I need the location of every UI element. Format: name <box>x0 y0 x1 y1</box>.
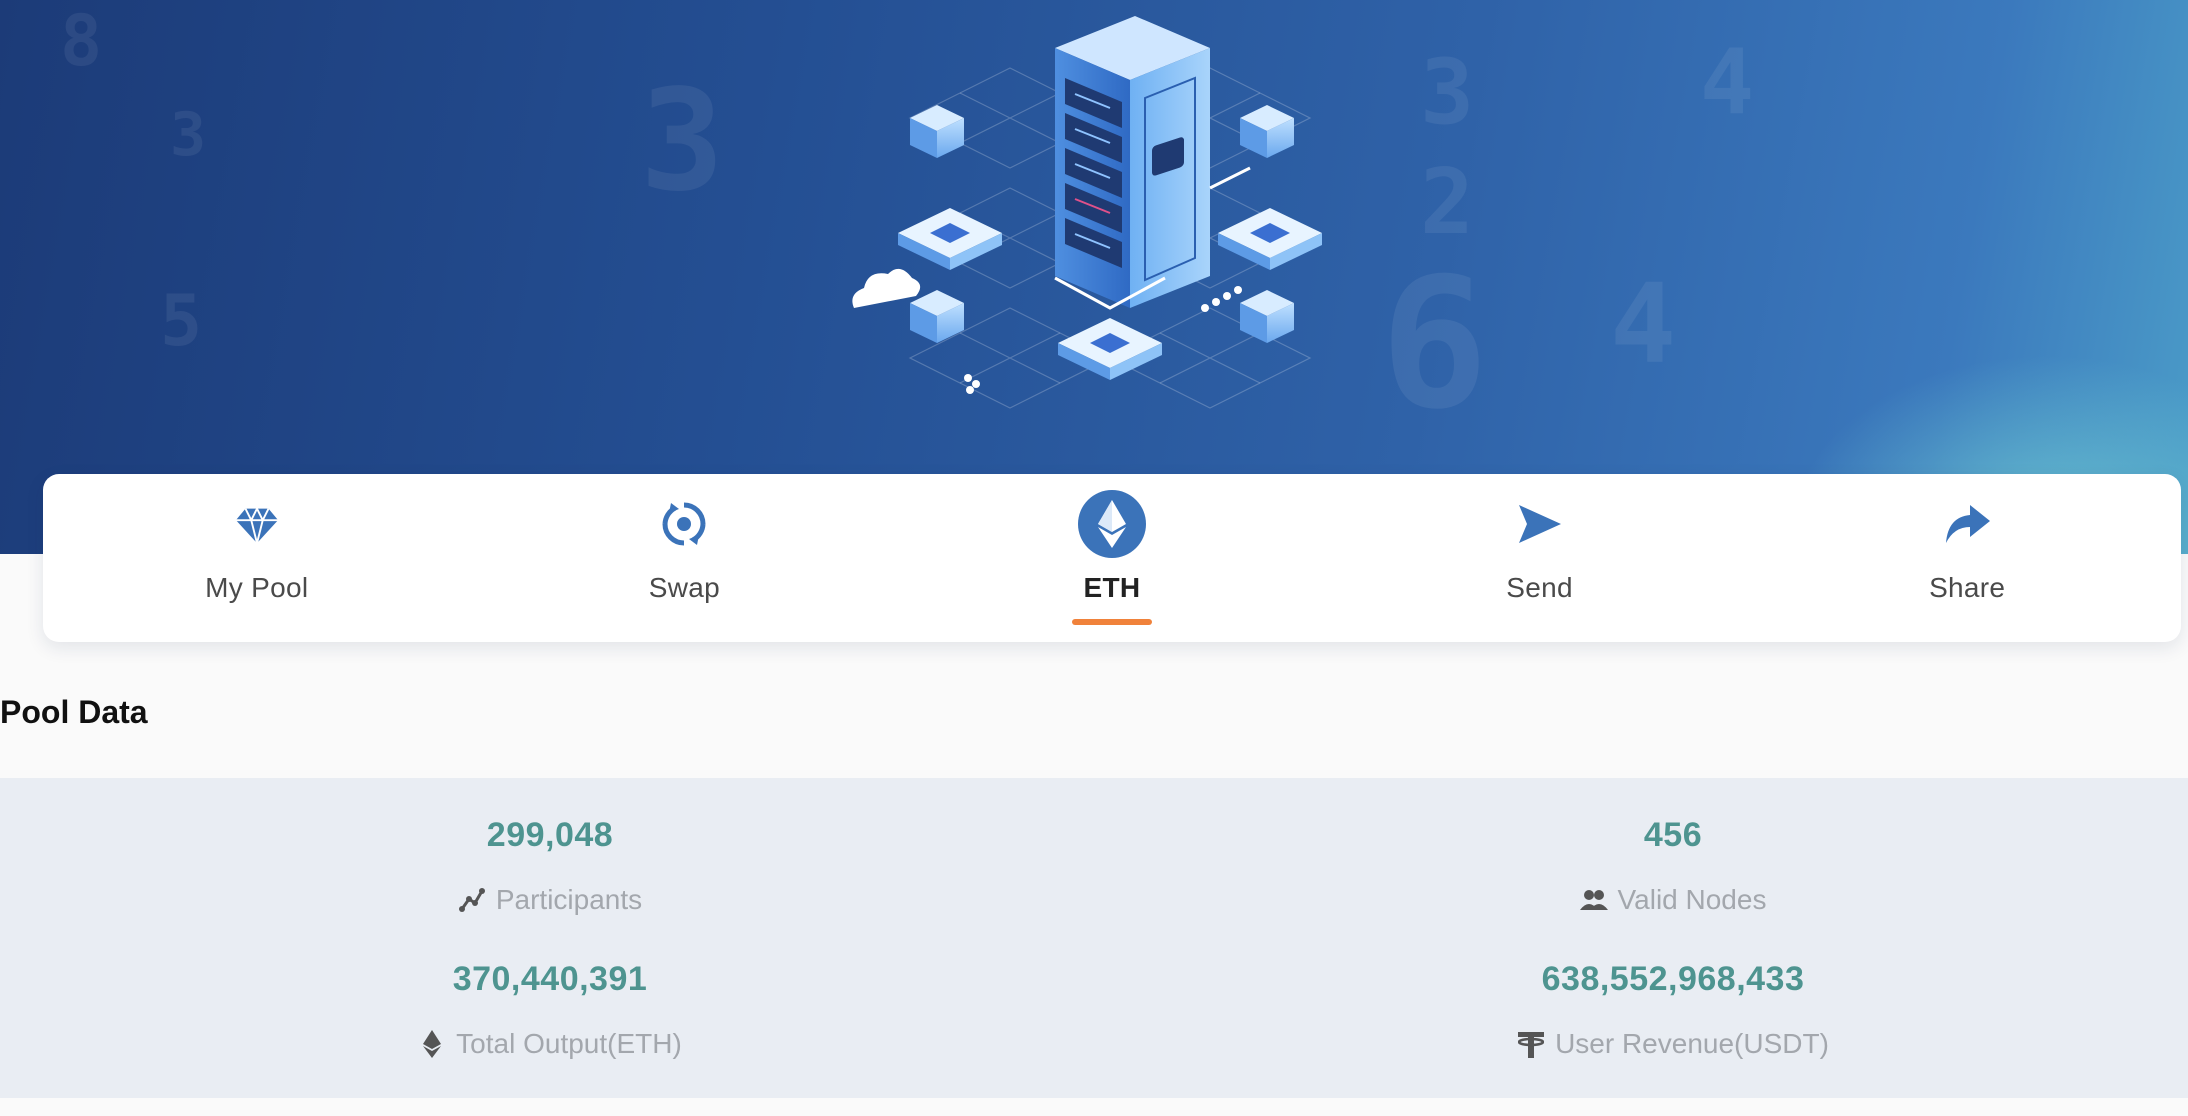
stat-user-revenue: 638,552,968,433 <box>1323 960 2023 999</box>
background-digit: 3 <box>640 60 725 223</box>
background-digit: 8 <box>60 0 103 82</box>
stat-label: Participants <box>495 884 643 915</box>
stat-value: 638,552,968,433 <box>1541 960 1805 998</box>
ethereum-icon <box>1077 490 1146 558</box>
background-digit: 6 <box>1380 240 1489 449</box>
background-digit: 5 <box>160 280 203 362</box>
background-digit: 4 <box>1610 260 1677 388</box>
stat-total-output: 370,440,391 <box>200 960 900 999</box>
background-digit: 4 <box>1700 30 1755 135</box>
nav-swap[interactable]: Swap <box>471 474 899 642</box>
stat-participants: 299,048 <box>200 816 900 855</box>
background-digit: 3 <box>170 100 207 170</box>
diamond-icon <box>223 490 291 558</box>
stat-label: Valid Nodes <box>1617 884 1767 915</box>
page-bottom <box>0 1098 2188 1116</box>
chart-line-icon <box>458 886 486 914</box>
users-icon <box>1579 886 1608 914</box>
nav-label-swap: Swap <box>648 572 721 603</box>
active-tab-indicator <box>1071 619 1152 625</box>
background-digit: 3 <box>1420 40 1475 145</box>
ethereum-small-icon <box>418 1030 446 1058</box>
nav-label-my-pool: My Pool <box>205 572 309 603</box>
nav-label-share: Share <box>1929 572 2006 603</box>
share-arrow-icon <box>1933 490 2001 558</box>
hero-banner: 3 6 4 4 3 2 8 3 5 <box>0 0 2188 554</box>
swap-cycle-icon <box>650 490 718 558</box>
stat-total-output-label-row: Total Output(ETH) <box>200 1028 900 1063</box>
action-nav-bar: My Pool Swap ETH Send Share <box>43 474 2181 642</box>
send-arrow-icon <box>1506 490 1574 558</box>
nav-eth[interactable]: ETH <box>898 474 1326 642</box>
nav-label-send: Send <box>1506 572 1573 603</box>
stat-value: 456 <box>1643 816 1703 854</box>
pool-data-title: Pool Data <box>0 694 148 730</box>
stat-value: 370,440,391 <box>452 960 648 998</box>
stat-user-revenue-label-row: User Revenue(USDT) <box>1323 1028 2023 1063</box>
stat-valid-nodes: 456 <box>1323 816 2023 855</box>
background-digit: 2 <box>1420 150 1475 255</box>
stat-valid-nodes-label-row: Valid Nodes <box>1323 884 2023 917</box>
stat-label: User Revenue(USDT) <box>1555 1028 1829 1059</box>
server-illustration <box>852 16 1322 409</box>
stat-value: 299,048 <box>486 816 614 854</box>
nav-my-pool[interactable]: My Pool <box>43 474 471 642</box>
nav-send[interactable]: Send <box>1326 474 1754 642</box>
stat-label: Total Output(ETH) <box>456 1028 682 1059</box>
nav-label-eth: ETH <box>1083 572 1141 603</box>
stat-participants-label-row: Participants <box>200 884 900 918</box>
tether-icon <box>1517 1030 1545 1058</box>
pool-stats-panel: 299,048 Participants 456 Valid Nodes 370… <box>0 778 2188 1098</box>
nav-share[interactable]: Share <box>1753 474 2181 642</box>
